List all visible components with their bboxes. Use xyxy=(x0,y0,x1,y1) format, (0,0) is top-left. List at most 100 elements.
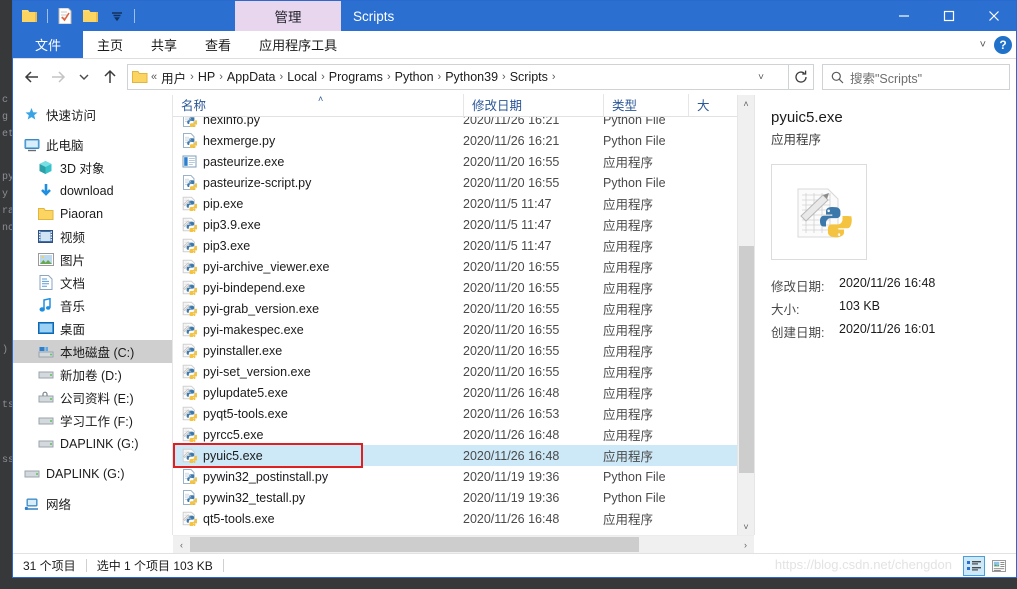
sidebar-item-pictures[interactable]: 图片 xyxy=(13,248,172,271)
table-row[interactable]: pasteurize-script.py 2020/11/20 16:55 Pyth… xyxy=(173,172,737,193)
column-header-date[interactable]: 修改日期 xyxy=(463,94,603,116)
minimize-button[interactable] xyxy=(881,1,926,31)
breadcrumb-dropdown-icon[interactable]: ˅ xyxy=(758,72,764,83)
horizontal-scroll-thumb[interactable] xyxy=(190,537,639,552)
horizontal-scroll-track[interactable] xyxy=(190,536,737,553)
scroll-left-arrow-icon[interactable]: ‹ xyxy=(173,536,190,553)
sidebar-item-quick-access[interactable]: 快速访问 xyxy=(13,103,172,126)
large-icons-view-button[interactable] xyxy=(988,556,1010,576)
file-name-cell[interactable]: hexmerge.py xyxy=(173,133,463,149)
file-name-cell[interactable]: pasteurize.exe xyxy=(173,154,463,170)
table-row[interactable]: pasteurize.exe 2020/11/20 16:55 应用程序 xyxy=(173,151,737,172)
sidebar-item-documents[interactable]: 文档 xyxy=(13,271,172,294)
breadcrumb-item-python39[interactable]: Python39 xyxy=(442,70,501,84)
scroll-down-arrow-icon[interactable]: ˅ xyxy=(738,518,755,535)
tab-file[interactable]: 文件 xyxy=(13,31,84,58)
navigation-pane[interactable]: 快速访问 此电脑 3D 对象 download Piaoran 视频 图片 文档… xyxy=(13,95,173,535)
tab-home[interactable]: 主页 xyxy=(83,31,137,58)
table-row[interactable]: hexmerge.py 2020/11/26 16:21 Python File xyxy=(173,130,737,151)
sidebar-item-3d-objects[interactable]: 3D 对象 xyxy=(13,156,172,179)
sidebar-item-daplink-g[interactable]: DAPLINK (G:) xyxy=(13,432,172,455)
new-folder-icon[interactable] xyxy=(80,5,102,27)
breadcrumb[interactable]: « 用户 › HP › AppData › Local › Programs ›… xyxy=(127,64,789,90)
file-name-cell[interactable]: pyrcc5.exe xyxy=(173,427,463,443)
breadcrumb-item-programs[interactable]: Programs xyxy=(326,70,386,84)
folder-icon[interactable] xyxy=(19,5,41,27)
table-row[interactable]: qt5-tools.exe 2020/11/26 16:48 应用程序 xyxy=(173,508,737,529)
forward-button[interactable] xyxy=(45,64,71,90)
table-row[interactable]: pywin32_testall.py 2020/11/19 19:36 Python… xyxy=(173,487,737,508)
sidebar-item-new-volume-d[interactable]: 新加卷 (D:) xyxy=(13,363,172,386)
table-row[interactable]: pylupdate5.exe 2020/11/26 16:48 应用程序 xyxy=(173,382,737,403)
tab-share[interactable]: 共享 xyxy=(137,31,191,58)
table-row[interactable]: hexinfo.py 2020/11/26 16:21 Python File xyxy=(173,117,737,130)
table-row[interactable]: pip.exe 2020/11/5 11:47 应用程序 xyxy=(173,193,737,214)
sidebar-item-this-pc[interactable]: 此电脑 xyxy=(13,133,172,156)
scroll-up-arrow-icon[interactable]: ˄ xyxy=(738,95,755,112)
table-row[interactable]: pyrcc5.exe 2020/11/26 16:48 应用程序 xyxy=(173,424,737,445)
chevron-down-icon[interactable]: ˅ xyxy=(980,39,986,51)
vertical-scroll-thumb[interactable] xyxy=(738,246,754,473)
file-name-cell[interactable]: pyuic5.exe xyxy=(173,448,463,464)
sidebar-item-desktop[interactable]: 桌面 xyxy=(13,317,172,340)
table-row[interactable]: pyuic5.exe 2020/11/26 16:48 应用程序 xyxy=(173,445,737,466)
sidebar-item-music[interactable]: 音乐 xyxy=(13,294,172,317)
file-name-cell[interactable]: pyi-set_version.exe xyxy=(173,364,463,380)
file-name-cell[interactable]: pylupdate5.exe xyxy=(173,385,463,401)
search-input[interactable]: 搜索"Scripts" xyxy=(822,64,1010,90)
file-list-horizontal-scrollbar[interactable]: ‹ › xyxy=(173,535,754,553)
sidebar-item-piaoran[interactable]: Piaoran xyxy=(13,202,172,225)
vertical-scroll-track[interactable] xyxy=(738,112,755,518)
file-name-cell[interactable]: pyi-grab_version.exe xyxy=(173,301,463,317)
file-name-cell[interactable]: pywin32_testall.py xyxy=(173,490,463,506)
file-name-cell[interactable]: pyinstaller.exe xyxy=(173,343,463,359)
file-name-cell[interactable]: pasteurize-script.py xyxy=(173,175,463,191)
file-name-cell[interactable]: pip3.exe xyxy=(173,238,463,254)
refresh-button[interactable] xyxy=(788,64,814,90)
back-button[interactable] xyxy=(19,64,45,90)
table-row[interactable]: pyi-grab_version.exe 2020/11/20 16:55 应用程序 xyxy=(173,298,737,319)
breadcrumb-item-users[interactable]: 用户 xyxy=(158,68,189,87)
breadcrumb-item-python[interactable]: Python xyxy=(392,70,437,84)
column-header-type[interactable]: 类型 xyxy=(603,94,688,116)
sidebar-item-local-disk-c[interactable]: 本地磁盘 (C:) xyxy=(13,340,172,363)
file-list-vertical-scrollbar[interactable]: ˄ ˅ xyxy=(737,95,754,535)
sidebar-item-study-work-f[interactable]: 学习工作 (F:) xyxy=(13,409,172,432)
sidebar-item-company-data-e[interactable]: 公司资料 (E:) xyxy=(13,386,172,409)
file-name-cell[interactable]: hexinfo.py xyxy=(173,117,463,128)
sidebar-item-network[interactable]: 网络 xyxy=(13,492,172,515)
file-name-cell[interactable]: pyi-bindepend.exe xyxy=(173,280,463,296)
column-header-size[interactable]: 大 xyxy=(688,94,718,116)
properties-icon[interactable] xyxy=(54,5,76,27)
table-row[interactable]: pyi-makespec.exe 2020/11/20 16:55 应用程序 xyxy=(173,319,737,340)
breadcrumb-item-scripts[interactable]: Scripts xyxy=(507,70,551,84)
breadcrumb-item-hp[interactable]: HP xyxy=(195,70,218,84)
help-button[interactable]: ? xyxy=(994,36,1012,54)
recent-locations-button[interactable] xyxy=(71,64,97,90)
tab-view[interactable]: 查看 xyxy=(191,31,245,58)
file-name-cell[interactable]: pip3.9.exe xyxy=(173,217,463,233)
scroll-right-arrow-icon[interactable]: › xyxy=(737,536,754,553)
tab-application-tools[interactable]: 应用程序工具 xyxy=(245,31,351,58)
table-row[interactable]: pywin32_postinstall.py 2020/11/19 19:36 Py… xyxy=(173,466,737,487)
file-name-cell[interactable]: pip.exe xyxy=(173,196,463,212)
tab-manage-context[interactable]: 管理 xyxy=(235,1,341,31)
close-button[interactable] xyxy=(971,1,1016,31)
details-view-button[interactable] xyxy=(963,556,985,576)
table-row[interactable]: pyi-bindepend.exe 2020/11/20 16:55 应用程序 xyxy=(173,277,737,298)
up-button[interactable] xyxy=(97,64,123,90)
file-rows-viewport[interactable]: hexinfo.py 2020/11/26 16:21 Python File hex… xyxy=(173,117,737,535)
file-name-cell[interactable]: qt5-tools.exe xyxy=(173,511,463,527)
breadcrumb-item-local[interactable]: Local xyxy=(284,70,320,84)
maximize-button[interactable] xyxy=(926,1,971,31)
table-row[interactable]: pyqt5-tools.exe 2020/11/26 16:53 应用程序 xyxy=(173,403,737,424)
sidebar-item-daplink-g-root[interactable]: DAPLINK (G:) xyxy=(13,462,172,485)
column-header-name[interactable]: 名称 ˄ xyxy=(173,94,463,116)
table-row[interactable]: pip3.exe 2020/11/5 11:47 应用程序 xyxy=(173,235,737,256)
table-row[interactable]: pyi-set_version.exe 2020/11/20 16:55 应用程序 xyxy=(173,361,737,382)
customize-dropdown-icon[interactable] xyxy=(106,5,128,27)
table-row[interactable]: pyinstaller.exe 2020/11/20 16:55 应用程序 xyxy=(173,340,737,361)
table-row[interactable]: pyi-archive_viewer.exe 2020/11/20 16:55 应用… xyxy=(173,256,737,277)
sidebar-item-download[interactable]: download xyxy=(13,179,172,202)
file-name-cell[interactable]: pywin32_postinstall.py xyxy=(173,469,463,485)
